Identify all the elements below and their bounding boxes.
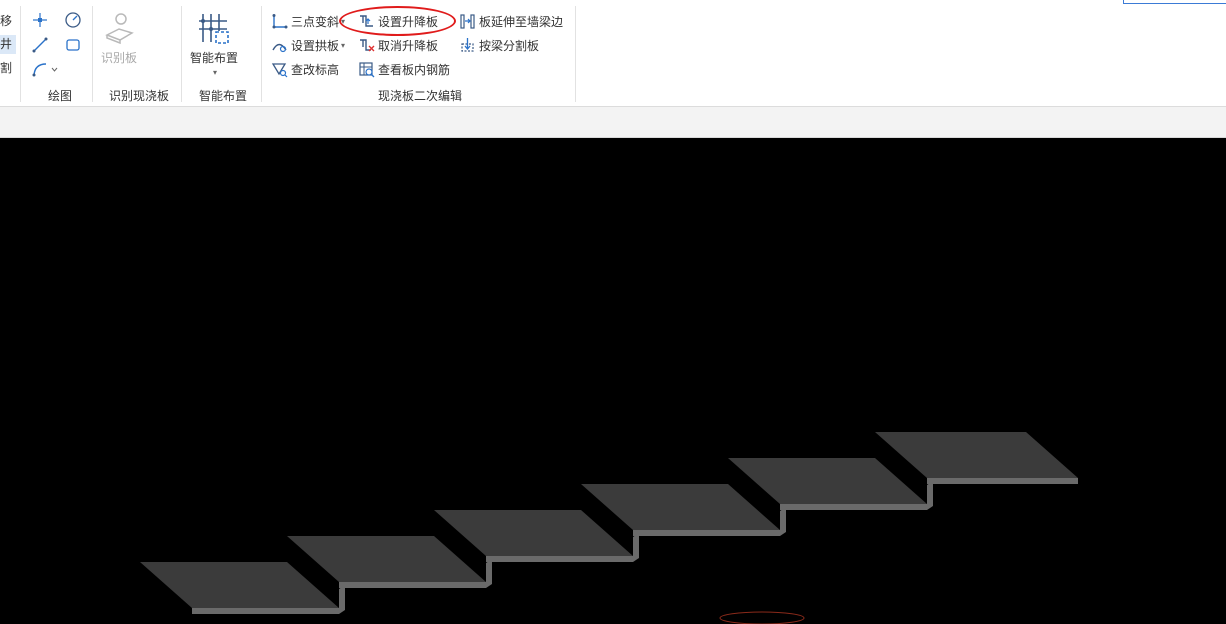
merge-button[interactable]: 井	[0, 35, 16, 54]
three-point-slope-icon	[272, 13, 288, 28]
separator	[261, 6, 262, 102]
view-rebar-icon	[359, 61, 375, 77]
extend-slab-icon	[460, 13, 475, 29]
chevron-down-icon: ▾	[213, 68, 218, 77]
three-point-slope-label: 三点变斜	[291, 14, 340, 29]
group-label-smart: 智能布置	[199, 89, 248, 103]
elevation-label: 查改标高	[291, 62, 340, 77]
slab-tread	[728, 458, 927, 504]
arch-slab-label: 设置拱板	[291, 38, 340, 53]
split-button[interactable]: 割	[0, 59, 16, 78]
slab-edge	[192, 608, 339, 614]
slab-tread	[875, 432, 1078, 478]
elevation-button[interactable]: 查改标高	[271, 59, 339, 79]
slab-edge	[927, 478, 1078, 484]
group-label-draw: 绘图	[48, 89, 73, 103]
ribbon-toolbar: 移 井 割 绘图 识别板 识别现浇板 智能布置 ▾ 智能布置 三点变斜 ▾ 设置…	[0, 0, 1226, 107]
slab-edge	[339, 582, 486, 588]
slab-edge	[486, 556, 633, 562]
3d-viewport[interactable]	[0, 138, 1226, 624]
view-rebar-button[interactable]: 查看板内钢筋	[358, 59, 450, 79]
elevation-icon	[271, 62, 288, 77]
slab-tread	[581, 484, 780, 530]
separator	[575, 6, 576, 102]
split-by-beam-label: 按梁分割板	[479, 38, 540, 53]
group-label-slab-edit: 现浇板二次编辑	[378, 89, 463, 103]
recognize-slab-button[interactable]: 识别板	[101, 11, 137, 66]
separator	[181, 6, 182, 102]
rectangle-icon[interactable]	[64, 36, 82, 54]
arch-slab-icon	[272, 43, 287, 52]
slab-edge	[633, 530, 780, 536]
separator	[92, 6, 93, 102]
slab-riser	[486, 559, 492, 588]
split-by-beam-button[interactable]: 按梁分割板	[459, 35, 539, 55]
smart-layout-button[interactable]: 智能布置 ▾	[190, 11, 238, 77]
slab-tread	[434, 510, 633, 556]
slab-riser	[633, 533, 639, 562]
toolbar-strip	[0, 107, 1226, 138]
top-right-partial-box	[1123, 0, 1226, 4]
line-icon[interactable]	[31, 36, 49, 54]
view-rebar-label: 查看板内钢筋	[378, 62, 451, 77]
chevron-down-icon: ▾	[341, 40, 346, 50]
smart-layout-label: 智能布置	[190, 51, 239, 65]
arc-icon[interactable]	[31, 60, 59, 78]
slab-riser	[780, 507, 786, 536]
slab-tread	[140, 562, 339, 608]
extend-slab-button[interactable]: 板延伸至墙梁边	[459, 11, 563, 31]
recognize-slab-label: 识别板	[101, 51, 138, 65]
cancel-raise-lower-button[interactable]: 取消升降板	[358, 35, 438, 55]
slab-riser	[339, 585, 345, 614]
circle-icon[interactable]	[64, 11, 82, 29]
cancel-raise-lower-icon	[360, 38, 375, 51]
group-label-recognize: 识别现浇板	[109, 89, 170, 103]
point-icon[interactable]	[31, 11, 49, 29]
separator	[20, 6, 21, 102]
move-button[interactable]: 移	[0, 12, 16, 31]
highlight-annotation	[339, 6, 456, 36]
arch-slab-button[interactable]: 设置拱板 ▾	[271, 35, 345, 55]
three-point-slope-button[interactable]: 三点变斜 ▾	[271, 11, 345, 31]
extend-slab-label: 板延伸至墙梁边	[479, 14, 564, 29]
slab-riser	[927, 481, 933, 510]
recognize-slab-icon	[105, 13, 134, 45]
smart-layout-icon	[199, 14, 229, 44]
origin-marker	[719, 611, 805, 624]
slab-edge	[780, 504, 927, 510]
cancel-raise-lower-label: 取消升降板	[378, 38, 439, 53]
stepped-slab-scene	[140, 432, 1078, 624]
split-by-beam-icon	[461, 37, 474, 52]
slab-tread	[287, 536, 486, 582]
